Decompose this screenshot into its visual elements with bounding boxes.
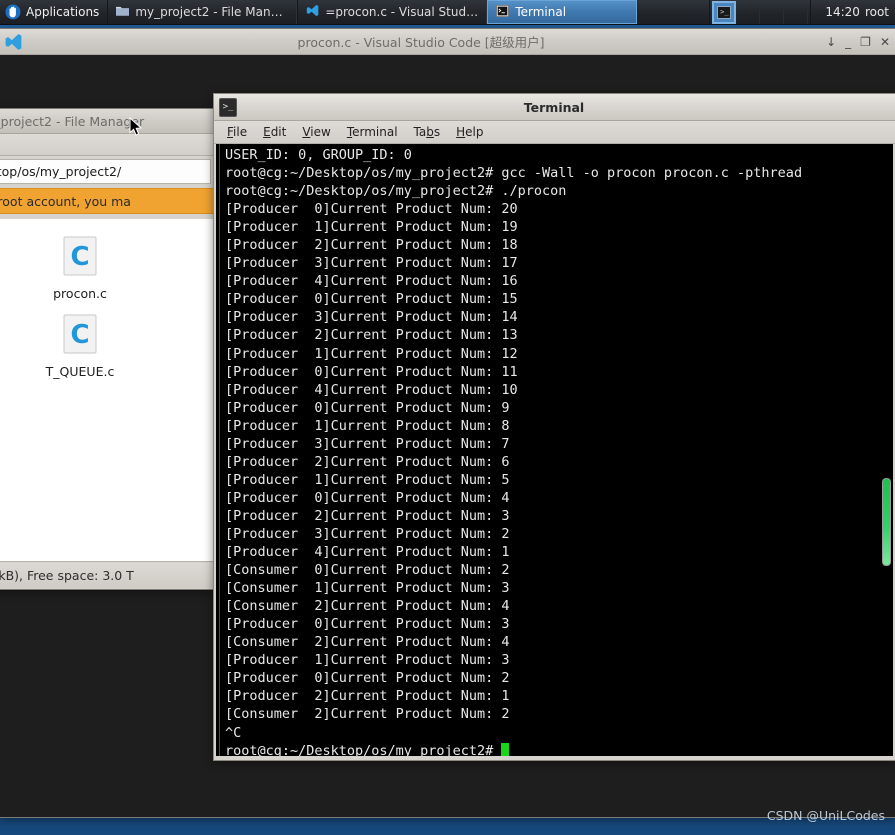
file-manager-titlebar[interactable]: my_project2 - File Manager	[0, 109, 214, 134]
menu-item-help[interactable]: Help	[449, 123, 490, 141]
clock[interactable]: 14:20 root	[810, 0, 895, 24]
terminal-cursor	[501, 742, 510, 756]
desktop-screen: Applications my_project2 - File Mana... …	[0, 0, 895, 835]
warning-text: are using the root account, you ma	[0, 193, 131, 209]
taskbar-window-label: Terminal	[515, 5, 567, 19]
workspace-3[interactable]	[760, 0, 785, 24]
path-text: eadless/Desktop/os/my_project2/	[0, 164, 122, 179]
workspace-1[interactable]: >_	[712, 0, 737, 24]
clock-user: root	[864, 5, 889, 19]
file-manager-file-list[interactable]: procon C procon.c	[0, 219, 213, 562]
vscode-titlebar[interactable]: procon.c - Visual Studio Code [超级用户] ↓ _…	[0, 29, 895, 55]
file-item-t-queue-c[interactable]: C T_QUEUE.c	[22, 307, 138, 385]
svg-text:C: C	[70, 242, 89, 272]
file-manager-menubar: elp	[0, 134, 214, 156]
file-item-t-queue[interactable]: T_QUEUE	[0, 307, 22, 385]
vscode-title: procon.c - Visual Studio Code [超级用户]	[297, 35, 545, 50]
taskbar-window-terminal[interactable]: Terminal	[487, 0, 638, 24]
hand-logo-icon	[4, 4, 21, 21]
terminal-screen[interactable]: USER_ID: 0, GROUP_ID: 0 root@cg:~/Deskto…	[216, 144, 893, 756]
status-text: 5 items (19.6 kB), Free space: 3.0 T	[0, 568, 134, 583]
terminal-icon	[496, 4, 510, 20]
minimize-icon[interactable]: _	[845, 36, 851, 48]
scroll-position-indicator[interactable]	[882, 478, 891, 566]
menu-item-view[interactable]: View	[295, 123, 337, 141]
terminal-titlebar[interactable]: >_ Terminal	[214, 94, 895, 121]
maximize-icon[interactable]: ❐	[860, 36, 871, 48]
close-icon[interactable]: ✕	[880, 36, 890, 48]
file-manager-title: my_project2 - File Manager	[0, 113, 145, 129]
file-manager-statusbar: 5 items (19.6 kB), Free space: 3.0 T	[0, 563, 213, 588]
terminal-menubar: File Edit View Terminal Tabs Help	[214, 121, 895, 144]
terminal-output-text: USER_ID: 0, GROUP_ID: 0 root@cg:~/Deskto…	[225, 147, 803, 741]
applications-menu-button[interactable]: Applications	[0, 0, 107, 24]
taskbar-window-label: my_project2 - File Mana...	[135, 5, 289, 19]
c-source-icon: C	[59, 313, 101, 359]
menu-item-terminal[interactable]: Terminal	[340, 123, 405, 141]
file-item-label: procon.c	[53, 286, 107, 301]
root-account-warning-bar: are using the root account, you ma	[0, 188, 214, 214]
shade-icon[interactable]: ↓	[826, 36, 836, 48]
menu-item-file[interactable]: File	[220, 123, 254, 141]
terminal-window[interactable]: >_ Terminal File Edit View Terminal Tabs…	[213, 93, 895, 761]
taskbar-spacer	[637, 0, 709, 24]
watermark: CSDN @UniLCodes	[766, 808, 885, 823]
file-manager-path-entry[interactable]: eadless/Desktop/os/my_project2/	[0, 159, 211, 184]
applications-menu-label: Applications	[26, 5, 100, 19]
file-item-procon-c[interactable]: C procon.c	[22, 229, 138, 307]
menu-item-edit[interactable]: Edit	[256, 123, 293, 141]
workspace-4[interactable]	[784, 0, 809, 24]
workspace-pager[interactable]: >_	[709, 0, 810, 24]
terminal-title: Terminal	[523, 99, 585, 115]
c-source-icon: C	[59, 235, 101, 281]
workspace-2[interactable]	[736, 0, 761, 24]
file-item-procon[interactable]: procon	[0, 229, 22, 307]
taskbar: Applications my_project2 - File Mana... …	[0, 0, 895, 25]
taskbar-window-label: =procon.c - Visual Studi...	[325, 5, 479, 19]
file-item-label: T_QUEUE.c	[45, 364, 115, 379]
terminal-icon: >_	[717, 5, 732, 19]
vscode-icon	[306, 4, 319, 20]
file-manager-window[interactable]: my_project2 - File Manager elp eadless/D…	[0, 108, 215, 590]
vscode-logo-icon	[3, 32, 24, 52]
terminal-output[interactable]: USER_ID: 0, GROUP_ID: 0 root@cg:~/Deskto…	[220, 144, 893, 756]
vscode-window-buttons: ↓ _ ❐ ✕	[818, 36, 890, 48]
taskbar-window-vscode[interactable]: =procon.c - Visual Studi...	[297, 0, 488, 24]
taskbar-window-file-manager[interactable]: my_project2 - File Mana...	[107, 0, 298, 24]
terminal-prompt: root@cg:~/Desktop/os/my_project2#	[225, 742, 502, 756]
clock-time: 14:20	[825, 5, 860, 19]
menu-item-tabs[interactable]: Tabs	[407, 123, 448, 141]
folder-icon	[116, 5, 130, 20]
svg-text:C: C	[70, 320, 89, 350]
terminal-icon: >_	[219, 97, 237, 117]
